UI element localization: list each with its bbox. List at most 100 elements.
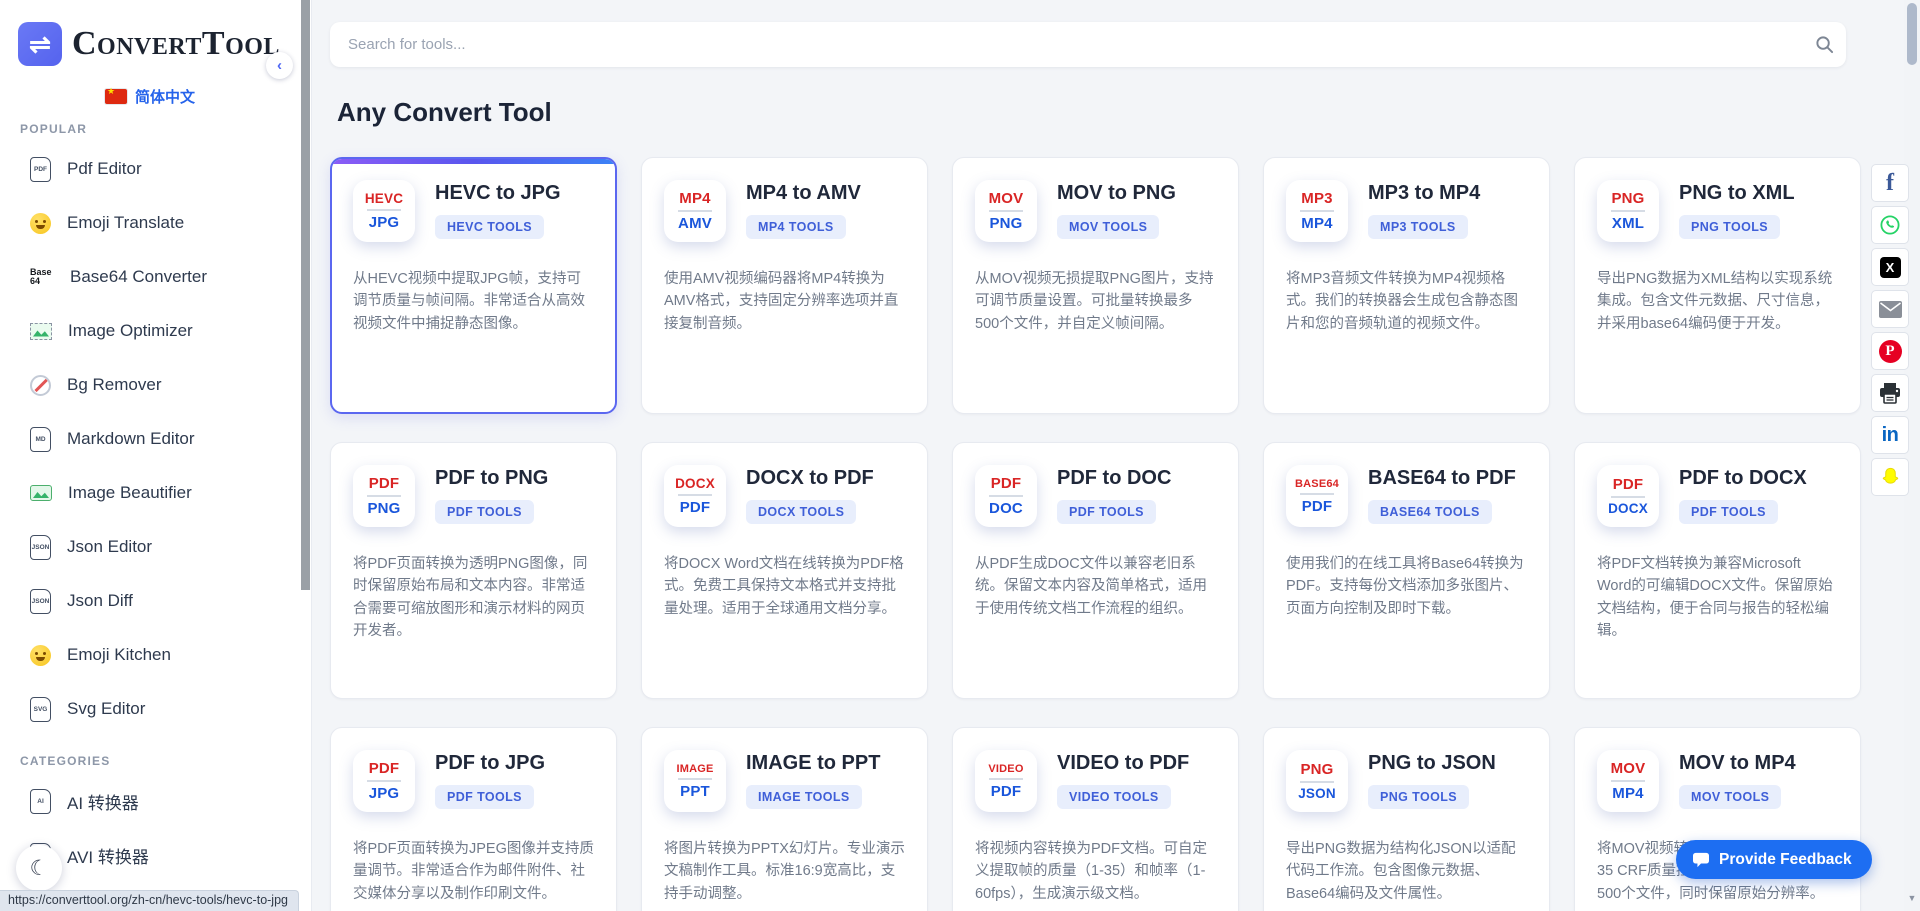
- tool-card-header: HEVC JPG HEVC to JPG HEVC TOOLS: [353, 180, 594, 242]
- sidebar-item[interactable]: Image Optimizer: [0, 304, 300, 358]
- tool-card-title[interactable]: PNG to JSON: [1368, 752, 1496, 775]
- search-bar: [330, 22, 1846, 67]
- format-to-label: PDF: [1302, 498, 1333, 515]
- emoji-translate-icon: [30, 213, 51, 234]
- sidebar-collapse-button[interactable]: ‹: [266, 52, 293, 79]
- tool-card[interactable]: PDF DOC PDF to DOC PDF TOOLS 从PDF生成DOC文件…: [952, 442, 1239, 699]
- tool-category-badge[interactable]: DOCX TOOLS: [746, 500, 856, 524]
- sidebar-item[interactable]: MD Markdown Editor: [0, 412, 300, 466]
- sidebar-item[interactable]: Image Beautifier: [0, 466, 300, 520]
- tool-card[interactable]: PDF JPG PDF to JPG PDF TOOLS 将PDF页面转换为JP…: [330, 727, 617, 911]
- logo-text: ConvertTool: [72, 25, 280, 63]
- sidebar-item[interactable]: AI AI 转换器: [0, 774, 300, 828]
- tool-card-title[interactable]: VIDEO to PDF: [1057, 752, 1189, 775]
- image-beautifier-icon: [30, 485, 52, 501]
- tool-card-title[interactable]: PNG to XML: [1679, 182, 1795, 205]
- tool-card-title[interactable]: MP3 to MP4: [1368, 182, 1480, 205]
- popular-section-label: POPULAR: [20, 122, 300, 136]
- tool-card-titles: VIDEO to PDF VIDEO TOOLS: [1057, 750, 1189, 809]
- tool-category-badge[interactable]: PDF TOOLS: [435, 500, 534, 524]
- scroll-down-arrow-icon[interactable]: ▼: [1906, 893, 1918, 903]
- x-twitter-share-icon[interactable]: X: [1871, 248, 1909, 286]
- snapchat-share-icon[interactable]: [1871, 458, 1909, 496]
- sidebar-item[interactable]: Base64 Base64 Converter: [0, 250, 300, 304]
- markdown-editor-icon: MD: [30, 427, 51, 452]
- tool-card-title[interactable]: PDF to JPG: [435, 752, 545, 775]
- tool-card-title[interactable]: PDF to DOC: [1057, 467, 1171, 490]
- tool-card-titles: PNG to JSON PNG TOOLS: [1368, 750, 1496, 809]
- tool-card[interactable]: MP3 MP4 MP3 to MP4 MP3 TOOLS 将MP3音频文件转换为…: [1263, 157, 1550, 414]
- tool-card[interactable]: MP4 AMV MP4 to AMV MP4 TOOLS 使用AMV视频编码器将…: [641, 157, 928, 414]
- search-icon[interactable]: [1802, 35, 1846, 54]
- sidebar-item[interactable]: SVG Svg Editor: [0, 682, 300, 736]
- whatsapp-share-icon[interactable]: [1871, 206, 1909, 244]
- tool-card[interactable]: MOV MP4 MOV to MP4 MOV TOOLS 将MOV视频转换为MP…: [1574, 727, 1861, 911]
- page-scrollbar-thumb[interactable]: [1907, 3, 1917, 65]
- tool-card[interactable]: PNG XML PNG to XML PNG TOOLS 导出PNG数据为XML…: [1574, 157, 1861, 414]
- tool-card-titles: PDF to JPG PDF TOOLS: [435, 750, 545, 809]
- format-divider: [678, 210, 712, 212]
- tool-card[interactable]: BASE64 PDF BASE64 to PDF BASE64 TOOLS 使用…: [1263, 442, 1550, 699]
- sidebar-item[interactable]: PDF Pdf Editor: [0, 142, 300, 196]
- provide-feedback-button[interactable]: Provide Feedback: [1676, 840, 1872, 879]
- sidebar-item[interactable]: Emoji Translate: [0, 196, 300, 250]
- tool-card-title[interactable]: IMAGE to PPT: [746, 752, 880, 775]
- tool-category-badge[interactable]: VIDEO TOOLS: [1057, 785, 1171, 809]
- tool-category-badge[interactable]: PDF TOOLS: [1057, 500, 1156, 524]
- tool-card-title[interactable]: MOV to MP4: [1679, 752, 1796, 775]
- tool-card[interactable]: DOCX PDF DOCX to PDF DOCX TOOLS 将DOCX Wo…: [641, 442, 928, 699]
- tool-card-title[interactable]: MP4 to AMV: [746, 182, 861, 205]
- tool-category-badge[interactable]: MOV TOOLS: [1057, 215, 1159, 239]
- tool-card-title[interactable]: BASE64 to PDF: [1368, 467, 1516, 490]
- sidebar-item[interactable]: Emoji Kitchen: [0, 628, 300, 682]
- language-label[interactable]: 简体中文: [135, 86, 195, 107]
- tool-card-title[interactable]: PDF to PNG: [435, 467, 548, 490]
- tool-category-badge[interactable]: PDF TOOLS: [435, 785, 534, 809]
- format-badge-icon: MP4 AMV: [664, 180, 726, 242]
- tool-category-badge[interactable]: PNG TOOLS: [1368, 785, 1469, 809]
- facebook-share-icon[interactable]: f: [1871, 164, 1909, 202]
- language-switcher[interactable]: 简体中文: [0, 86, 300, 107]
- search-input[interactable]: [330, 22, 1802, 67]
- tool-card[interactable]: PDF PNG PDF to PNG PDF TOOLS 将PDF页面转换为透明…: [330, 442, 617, 699]
- tool-card-description: 将PDF文档转换为兼容Microsoft Word的可编辑DOCX文件。保留原始…: [1597, 553, 1838, 643]
- tool-card-title[interactable]: HEVC to JPG: [435, 182, 561, 205]
- format-divider: [678, 494, 712, 496]
- sidebar-item[interactable]: Bg Remover: [0, 358, 300, 412]
- tool-category-badge[interactable]: PNG TOOLS: [1679, 215, 1780, 239]
- linkedin-share-icon[interactable]: in: [1871, 416, 1909, 454]
- tool-category-badge[interactable]: MP3 TOOLS: [1368, 215, 1468, 239]
- logo[interactable]: ⇌ ConvertTool: [18, 22, 280, 66]
- x-letter: X: [1886, 260, 1895, 275]
- tool-card-title[interactable]: PDF to DOCX: [1679, 467, 1807, 490]
- format-to-label: PPT: [680, 783, 710, 800]
- tool-category-badge[interactable]: HEVC TOOLS: [435, 215, 544, 239]
- tool-card-title[interactable]: DOCX to PDF: [746, 467, 874, 490]
- sidebar-scrollbar-thumb[interactable]: [301, 0, 310, 590]
- format-divider: [678, 778, 712, 780]
- tool-category-badge[interactable]: PDF TOOLS: [1679, 500, 1778, 524]
- sidebar-item[interactable]: JSON Json Diff: [0, 574, 300, 628]
- pinterest-share-icon[interactable]: P: [1871, 332, 1909, 370]
- tool-card[interactable]: VIDEO PDF VIDEO to PDF VIDEO TOOLS 将视频内容…: [952, 727, 1239, 911]
- tool-card[interactable]: HEVC JPG HEVC to JPG HEVC TOOLS 从HEVC视频中…: [330, 157, 617, 414]
- theme-toggle-button[interactable]: ☾: [16, 845, 62, 891]
- tool-card[interactable]: PDF DOCX PDF to DOCX PDF TOOLS 将PDF文档转换为…: [1574, 442, 1861, 699]
- format-badge-icon: MOV MP4: [1597, 750, 1659, 812]
- tool-category-badge[interactable]: MP4 TOOLS: [746, 215, 846, 239]
- format-badge-icon: PNG XML: [1597, 180, 1659, 242]
- tool-category-badge[interactable]: BASE64 TOOLS: [1368, 500, 1492, 524]
- tool-card-title[interactable]: MOV to PNG: [1057, 182, 1176, 205]
- sidebar-item[interactable]: JSON Json Editor: [0, 520, 300, 574]
- tool-category-badge[interactable]: MOV TOOLS: [1679, 785, 1781, 809]
- sidebar: ⇌ ConvertTool 简体中文 POPULAR PDF Pdf Edito…: [0, 0, 312, 911]
- format-from-label: PDF: [369, 475, 400, 492]
- tool-category-badge[interactable]: IMAGE TOOLS: [746, 785, 862, 809]
- tool-card[interactable]: MOV PNG MOV to PNG MOV TOOLS 从MOV视频无损提取P…: [952, 157, 1239, 414]
- tool-card[interactable]: PNG JSON PNG to JSON PNG TOOLS 导出PNG数据为结…: [1263, 727, 1550, 911]
- tool-card[interactable]: IMAGE PPT IMAGE to PPT IMAGE TOOLS 将图片转换…: [641, 727, 928, 911]
- tool-card-titles: MOV to MP4 MOV TOOLS: [1679, 750, 1796, 809]
- email-share-icon[interactable]: [1871, 290, 1909, 328]
- print-icon[interactable]: [1871, 374, 1909, 412]
- sidebar-item-label: Bg Remover: [67, 375, 161, 395]
